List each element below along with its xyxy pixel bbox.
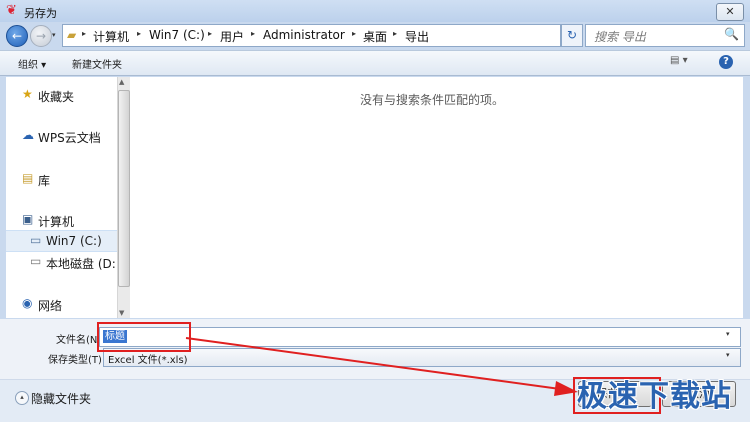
filetype-label: 保存类型(T): (48, 355, 106, 366)
organize-menu-button[interactable]: 组织 ▾ (18, 56, 46, 71)
sidebar-item-computer[interactable]: ▣ 计算机 (6, 210, 117, 230)
breadcrumb-separator-icon[interactable]: ▸ (137, 29, 141, 38)
star-icon: ★ (22, 87, 33, 101)
back-button[interactable]: ← (6, 25, 28, 47)
address-bar[interactable]: ▰ ▸ 计算机 ▸ Win7 (C:) ▸ 用户 ▸ Administrator… (62, 24, 613, 47)
search-input[interactable]: 搜索 导出 (594, 28, 646, 45)
breadcrumb-computer[interactable]: 计算机 (93, 28, 129, 45)
breadcrumb-desktop[interactable]: 桌面 (363, 28, 387, 45)
breadcrumb-drive-c[interactable]: Win7 (C:) (149, 28, 205, 42)
filetype-select[interactable]: Excel 文件(*.xls) ▾ (103, 348, 741, 367)
network-icon: ◉ (22, 296, 33, 310)
view-options-icon[interactable]: ▤ ▾ (670, 55, 694, 69)
sidebar-item-wps-cloud[interactable]: ☁ WPS云文档 (6, 126, 117, 146)
app-logo-icon: ❦ (6, 3, 17, 18)
search-box[interactable]: 搜索 导出 🔍 (585, 24, 745, 47)
cloud-icon: ☁ (22, 128, 34, 142)
breadcrumb-separator-icon[interactable]: ▸ (352, 29, 356, 38)
sidebar-item-label: 本地磁盘 (D: (46, 257, 116, 271)
file-list-pane[interactable]: 没有与搜索条件匹配的项。 (130, 77, 743, 318)
folder-icon: ▰ (67, 28, 77, 42)
watermark-text: 极速下载站 (577, 379, 732, 414)
sidebar-item-network[interactable]: ◉ 网络 (6, 294, 117, 314)
filename-field[interactable]: 标题 ▾ (99, 327, 741, 347)
annotation-highlight-filename (97, 322, 191, 352)
sidebar-item-label: 计算机 (38, 215, 75, 229)
sidebar-scroll-thumb[interactable] (118, 90, 130, 287)
sidebar-item-label: 收藏夹 (38, 90, 75, 104)
sidebar-item-drive-d[interactable]: ▭ 本地磁盘 (D: (6, 252, 117, 272)
breadcrumb-users[interactable]: 用户 (220, 28, 244, 45)
breadcrumb-separator-icon[interactable]: ▸ (82, 29, 86, 38)
title-bar (0, 0, 750, 22)
empty-results-message: 没有与搜索条件匹配的项。 (360, 93, 505, 107)
hide-folders-link[interactable]: 隐藏文件夹 (31, 390, 91, 407)
breadcrumb-administrator[interactable]: Administrator (263, 28, 345, 42)
sidebar-item-drive-c[interactable]: ▭ Win7 (C:) (6, 230, 117, 252)
filetype-value: Excel 文件(*.xls) (108, 355, 188, 366)
sidebar-item-libraries[interactable]: ▤ 库 (6, 169, 117, 189)
help-icon[interactable]: ? (719, 55, 733, 69)
filetype-dropdown-icon[interactable]: ▾ (726, 351, 730, 359)
breadcrumb-separator-icon[interactable]: ▸ (208, 29, 212, 38)
breadcrumb-export[interactable]: 导出 (405, 28, 429, 45)
computer-icon: ▣ (22, 212, 34, 226)
sidebar-item-label: 网络 (38, 299, 63, 313)
new-folder-button[interactable]: 新建文件夹 (72, 56, 122, 71)
drive-icon: ▭ (30, 233, 42, 247)
breadcrumb-separator-icon[interactable]: ▸ (251, 29, 255, 38)
sidebar-item-label: WPS云文档 (38, 131, 101, 145)
collapse-icon[interactable]: ▴ (15, 391, 29, 405)
sidebar-item-favorites[interactable]: ★ 收藏夹 (6, 85, 117, 105)
search-icon[interactable]: 🔍 (724, 27, 739, 41)
filename-dropdown-icon[interactable]: ▾ (726, 330, 730, 338)
breadcrumb-separator-icon[interactable]: ▸ (393, 29, 397, 38)
recent-locations-dropdown-icon[interactable]: ▾ (52, 31, 60, 39)
sidebar-item-label: Win7 (C:) (46, 234, 102, 248)
forward-button[interactable]: → (30, 25, 52, 47)
scroll-up-icon[interactable]: ▲ (119, 78, 124, 86)
window-title: 另存为 (24, 7, 57, 20)
navigation-pane: ★ 收藏夹 ☁ WPS云文档 ▤ 库 ▣ 计算机 ▭ Win7 (C:) ▭ 本… (6, 77, 117, 318)
close-button[interactable]: ✕ (716, 3, 744, 21)
drive-icon: ▭ (30, 254, 42, 268)
refresh-button[interactable]: ↻ (561, 24, 583, 47)
sidebar-item-label: 库 (38, 174, 51, 188)
library-icon: ▤ (22, 171, 34, 185)
command-toolbar: 组织 ▾ 新建文件夹 ▤ ▾ ? (0, 50, 750, 76)
scroll-down-icon[interactable]: ▼ (119, 309, 124, 317)
